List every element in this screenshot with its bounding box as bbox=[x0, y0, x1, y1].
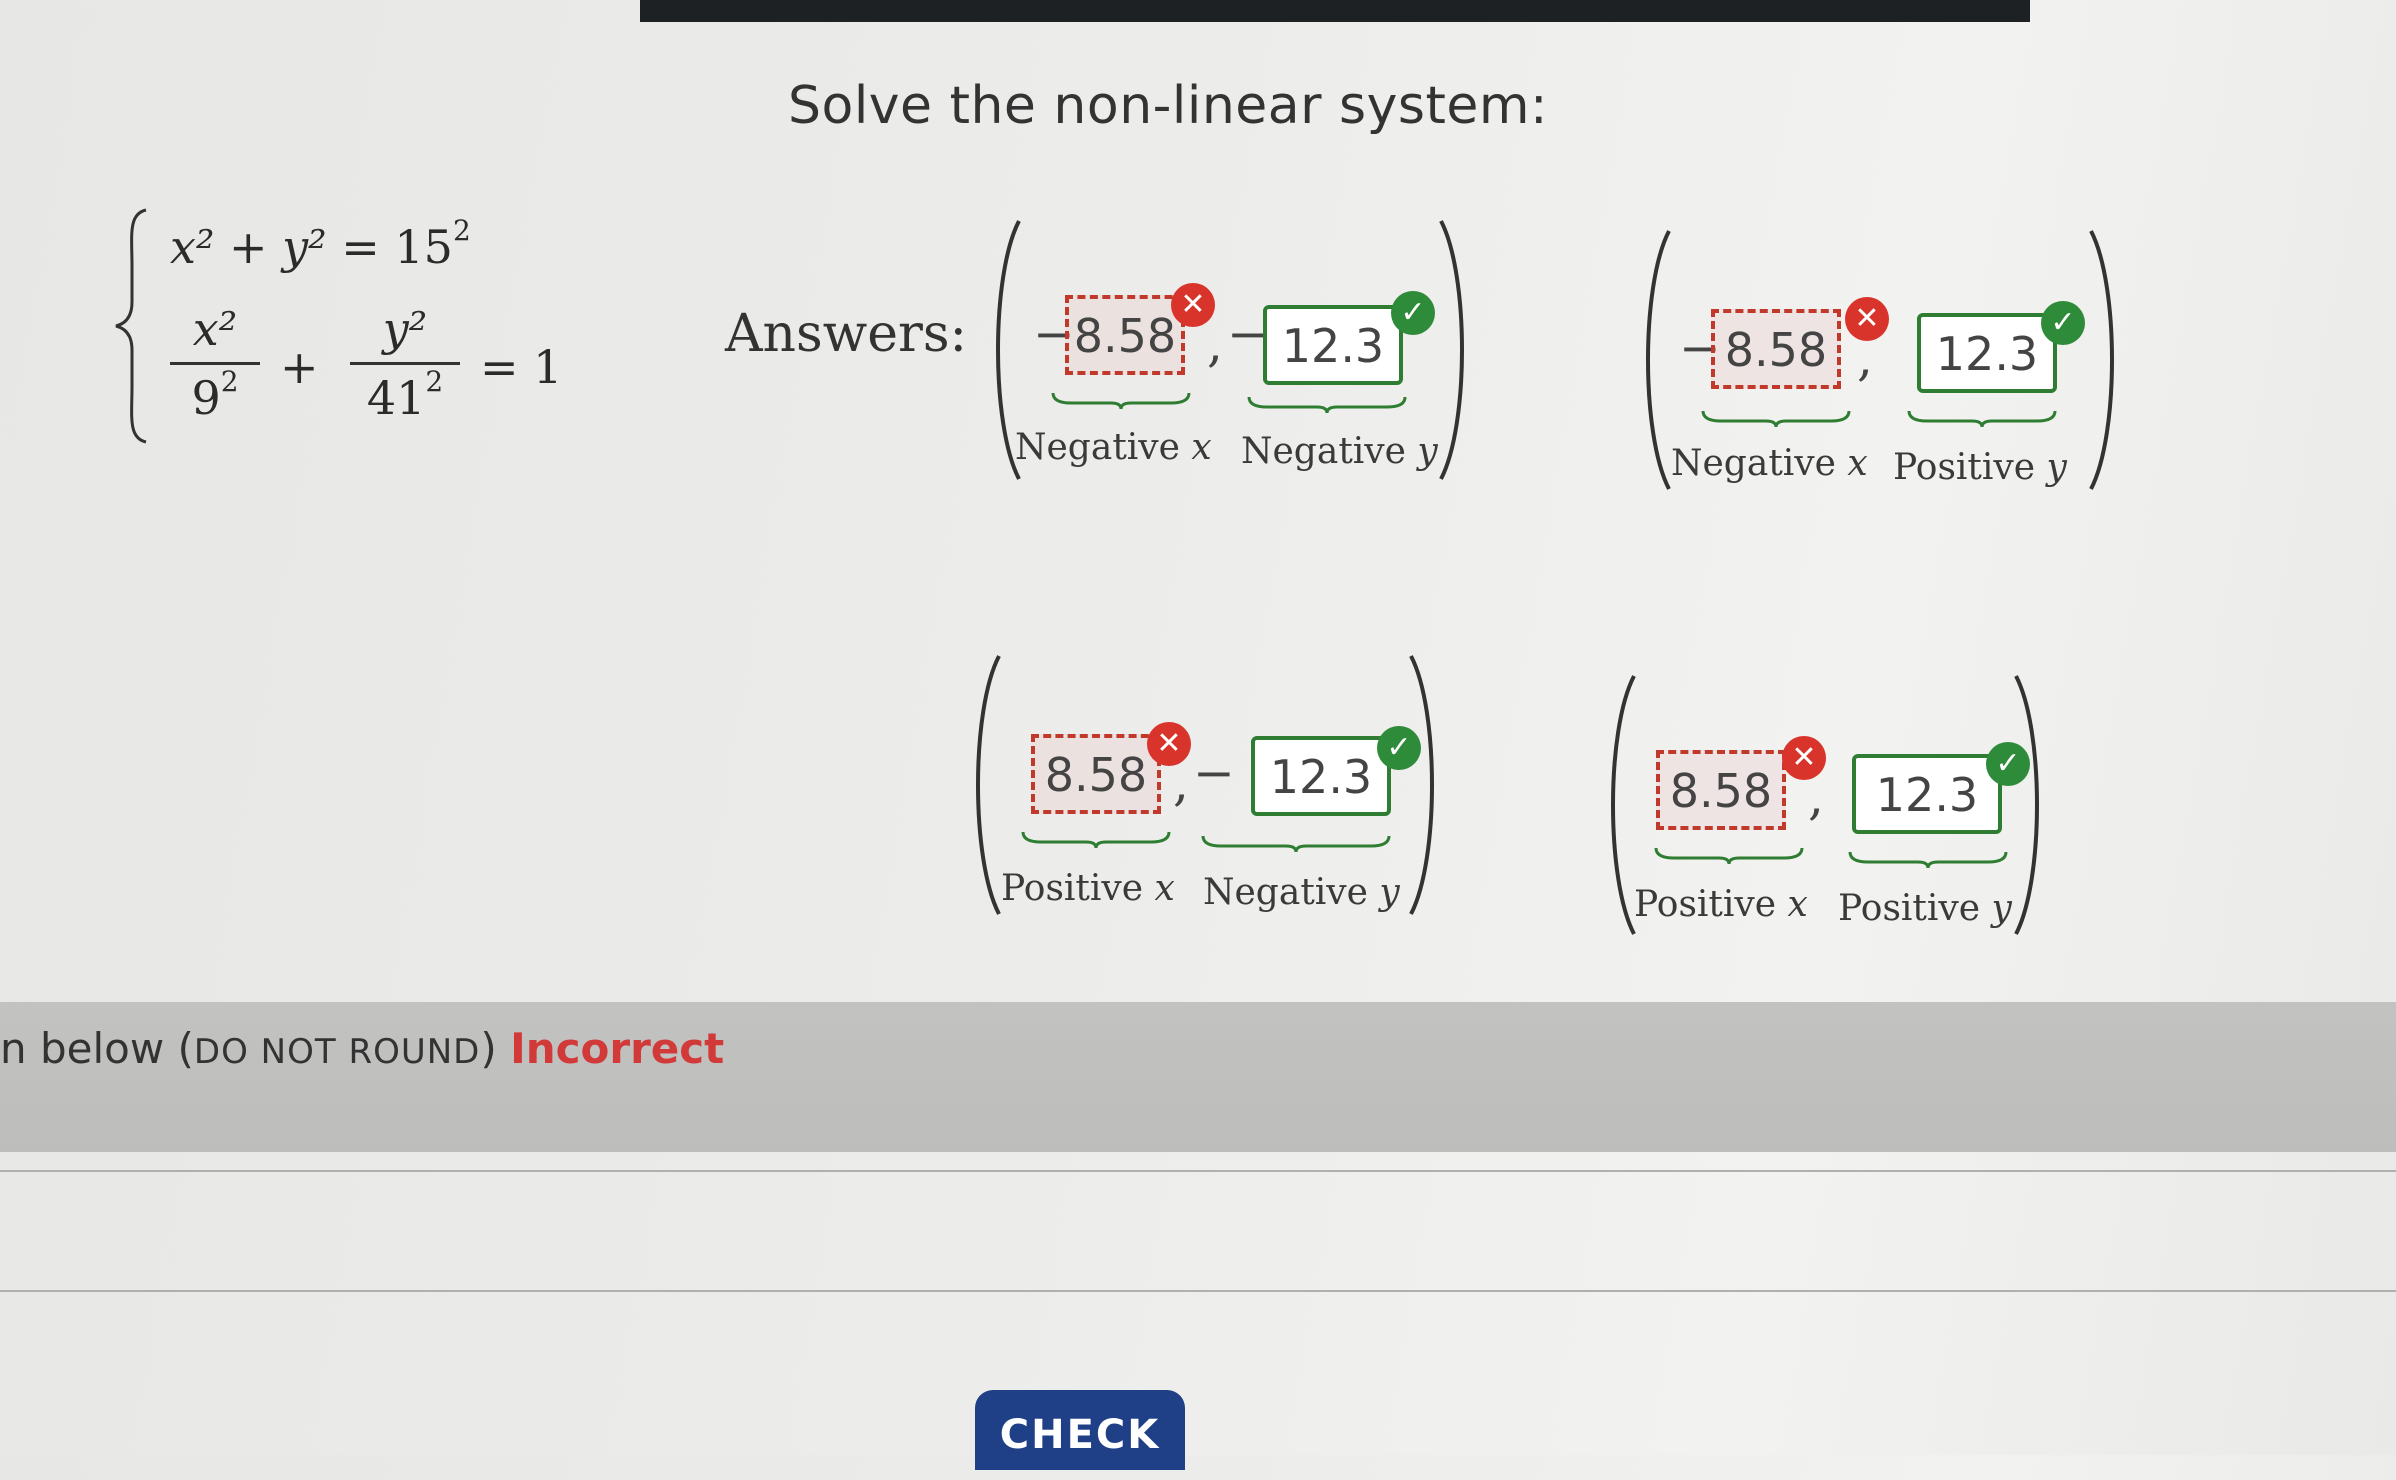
x-label-text: Negative bbox=[1015, 427, 1180, 468]
right-paren-icon bbox=[2089, 230, 2114, 490]
check-button[interactable]: CHECK bbox=[975, 1390, 1185, 1470]
y-label-var: y bbox=[1379, 872, 1400, 913]
right-paren-icon bbox=[1439, 220, 1464, 480]
feedback-emphasis: DO NOT ROUND bbox=[193, 1032, 481, 1072]
x-answer-input[interactable]: 8.58 bbox=[1065, 295, 1185, 375]
right-paren-icon bbox=[2014, 675, 2039, 935]
fraction-y-den-exponent: 2 bbox=[425, 365, 444, 398]
x-label-text: Positive bbox=[1001, 868, 1144, 909]
equation-1-rhs-base: 15 bbox=[394, 220, 453, 274]
answers-label: Answers: bbox=[725, 304, 968, 364]
y-underbrace-icon bbox=[1201, 835, 1391, 853]
feedback-text: n below (DO NOT ROUND) Incorrect bbox=[0, 1024, 724, 1073]
comma: , bbox=[1857, 329, 1873, 387]
plus-sign: + bbox=[280, 340, 319, 394]
x-label: Negative x bbox=[1671, 443, 1868, 484]
x-answer-input[interactable]: 8.58 bbox=[1031, 734, 1161, 814]
fraction-y-den-base: 41 bbox=[366, 371, 426, 425]
y-answer-input[interactable]: 12.3 bbox=[1263, 305, 1403, 385]
x-label-var: x bbox=[1191, 427, 1212, 468]
fraction-y: y² 412 bbox=[350, 302, 460, 425]
fraction-x-den-base: 9 bbox=[191, 371, 221, 425]
y-sign: − bbox=[1193, 744, 1235, 802]
x-underbrace-icon bbox=[1654, 847, 1804, 865]
equation-1-rhs: 152 bbox=[394, 214, 470, 274]
answer-pair-1: − 8.58 ✕ , − 12.3 ✓ Negative x Negative … bbox=[985, 215, 1505, 485]
y-label-text: Negative bbox=[1241, 431, 1406, 472]
fraction-x-numerator: x² bbox=[192, 302, 238, 356]
equation-1-rhs-exponent: 2 bbox=[452, 214, 471, 247]
x-answer-input[interactable]: 8.58 bbox=[1711, 309, 1841, 389]
fraction-x-den-exponent: 2 bbox=[220, 365, 239, 398]
equation-system: x² + y² = 152 x² 92 + y² 412 = 1 bbox=[112, 206, 572, 446]
feedback-prefix: n below ( bbox=[0, 1024, 194, 1073]
y-label-text: Negative bbox=[1203, 872, 1368, 913]
feedback-suffix: ) bbox=[480, 1024, 497, 1073]
answer-pair-4: 8.58 ✕ , 12.3 ✓ Positive x Positive y bbox=[1600, 670, 2120, 940]
x-label-var: x bbox=[1154, 868, 1175, 909]
y-answer-input[interactable]: 12.3 bbox=[1251, 736, 1391, 816]
y-underbrace-icon bbox=[1848, 851, 2008, 869]
equation-2-rhs: = 1 bbox=[480, 340, 563, 394]
x-answer-input[interactable]: 8.58 bbox=[1656, 750, 1786, 830]
fraction-y-denominator: 412 bbox=[350, 362, 460, 425]
y-label-text: Positive bbox=[1893, 447, 2036, 488]
y-answer-input[interactable]: 12.3 bbox=[1917, 313, 2057, 393]
status-incorrect: Incorrect bbox=[510, 1024, 725, 1073]
x-label: Positive x bbox=[1634, 884, 1808, 925]
left-paren-icon bbox=[1646, 230, 1671, 490]
y-label-text: Positive bbox=[1838, 888, 1981, 929]
y-label: Positive y bbox=[1893, 447, 2067, 488]
left-brace-icon bbox=[115, 208, 147, 444]
x-label: Positive x bbox=[1001, 868, 1175, 909]
equation-1-lhs: x² + y² = bbox=[170, 220, 380, 274]
equation-1: x² + y² = 152 bbox=[170, 214, 471, 274]
correct-badge-icon: ✓ bbox=[1391, 291, 1435, 335]
y-underbrace-icon bbox=[1907, 410, 2057, 428]
fraction-x: x² 92 bbox=[170, 302, 260, 425]
left-paren-icon bbox=[976, 655, 1001, 915]
divider-line bbox=[0, 1290, 2396, 1292]
x-label-var: x bbox=[1787, 884, 1808, 925]
equation-2: x² 92 + y² 412 = 1 bbox=[170, 302, 590, 442]
comma: , bbox=[1173, 754, 1189, 812]
x-label-text: Positive bbox=[1634, 884, 1777, 925]
x-underbrace-icon bbox=[1051, 392, 1191, 410]
answer-pair-3: 8.58 ✕ , − 12.3 ✓ Positive x Negative y bbox=[965, 650, 1485, 920]
y-underbrace-icon bbox=[1247, 396, 1407, 414]
y-label-var: y bbox=[1991, 888, 2012, 929]
y-label: Negative y bbox=[1203, 872, 1400, 913]
x-label-var: x bbox=[1847, 443, 1868, 484]
y-label-var: y bbox=[2046, 447, 2067, 488]
x-underbrace-icon bbox=[1021, 831, 1171, 849]
answer-pair-2: − 8.58 ✕ , 12.3 ✓ Negative x Positive y bbox=[1635, 225, 2155, 495]
y-label: Positive y bbox=[1838, 888, 2012, 929]
divider-line bbox=[0, 1170, 2396, 1172]
x-label: Negative x bbox=[1015, 427, 1212, 468]
comma: , bbox=[1207, 315, 1223, 373]
fraction-x-denominator: 92 bbox=[170, 362, 260, 425]
problem-title: Solve the non-linear system: bbox=[788, 76, 1549, 136]
comma: , bbox=[1808, 768, 1824, 826]
right-paren-icon bbox=[1409, 655, 1434, 915]
fraction-y-numerator: y² bbox=[382, 302, 428, 356]
top-dark-bar bbox=[640, 0, 2030, 22]
x-label-text: Negative bbox=[1671, 443, 1836, 484]
x-underbrace-icon bbox=[1701, 410, 1851, 428]
y-label: Negative y bbox=[1241, 431, 1438, 472]
y-answer-input[interactable]: 12.3 bbox=[1852, 754, 2002, 834]
correct-badge-icon: ✓ bbox=[2041, 301, 2085, 345]
